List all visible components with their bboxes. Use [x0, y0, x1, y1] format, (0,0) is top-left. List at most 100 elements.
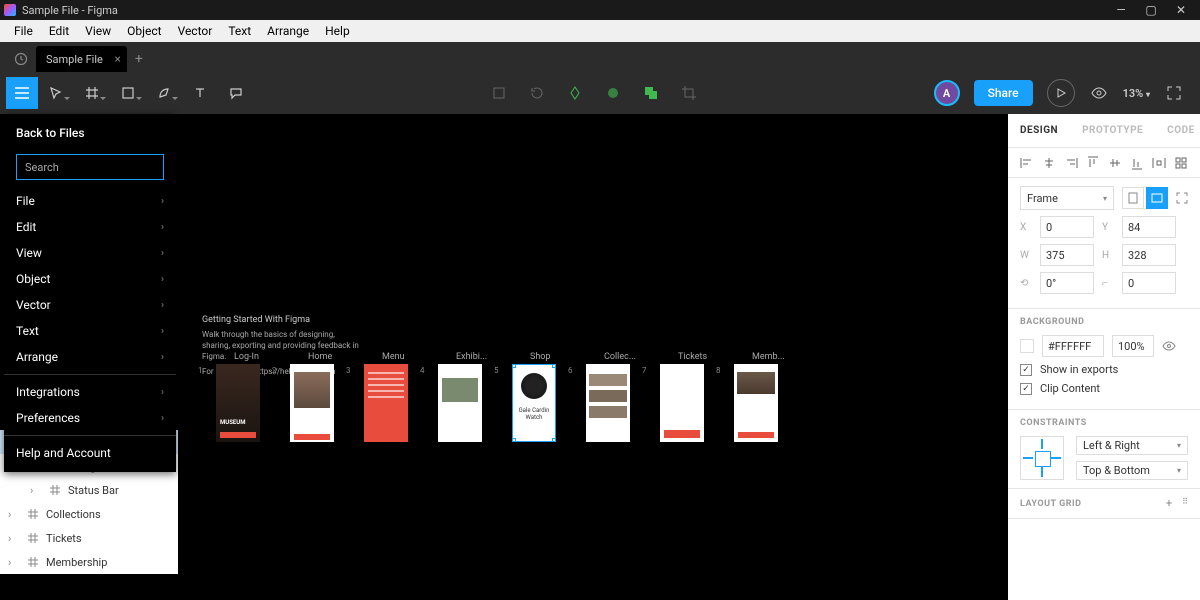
main-dropdown-menu: Back to Files File› Edit› View› Object› … [4, 114, 176, 472]
tab-code[interactable]: CODE [1155, 125, 1200, 136]
tab-prototype[interactable]: PROTOTYPE [1070, 125, 1155, 136]
frame-membership[interactable]: Memb... [734, 364, 778, 442]
frame-type-select[interactable]: Frame▾ [1020, 186, 1114, 210]
menu-item-text[interactable]: Text› [4, 318, 176, 344]
menu-item-vector[interactable]: Vector› [4, 292, 176, 318]
layer-tickets[interactable]: › Tickets [0, 526, 178, 550]
menu-arrange[interactable]: Arrange [259, 24, 317, 38]
chevron-right-icon[interactable]: › [8, 508, 20, 521]
menu-text[interactable]: Text [220, 24, 259, 38]
layer-membership[interactable]: › Membership [0, 550, 178, 574]
frame-shop[interactable]: ShopGale Cardin Watch375 × 328 [512, 364, 556, 442]
rotation-input[interactable]: 0° [1040, 272, 1094, 294]
new-tab-button[interactable]: + [127, 46, 151, 72]
layer-status-bar[interactable]: › Status Bar [0, 478, 178, 502]
recent-files-icon[interactable] [6, 46, 36, 72]
avatar[interactable]: A [934, 80, 960, 106]
checkbox-icon: ✓ [1020, 364, 1032, 376]
align-top-icon[interactable] [1086, 156, 1100, 170]
frame-collections[interactable]: Collec... [586, 364, 630, 442]
mode-portrait[interactable] [1122, 187, 1144, 209]
menu-object[interactable]: Object [119, 24, 169, 38]
y-input[interactable]: 84 [1122, 216, 1176, 238]
back-to-files[interactable]: Back to Files [4, 120, 176, 146]
frame-tickets[interactable]: Tickets [660, 364, 704, 442]
menu-item-edit[interactable]: Edit› [4, 214, 176, 240]
instance-icon[interactable] [565, 83, 585, 103]
h-input[interactable]: 328 [1122, 244, 1176, 266]
tidy-icon[interactable] [1174, 156, 1188, 170]
reset-icon[interactable] [527, 83, 547, 103]
align-hcenter-icon[interactable] [1042, 156, 1056, 170]
bg-opacity-input[interactable]: 100% [1112, 335, 1154, 357]
constraint-h-select[interactable]: Left & Right▾ [1076, 436, 1188, 455]
chevron-right-icon[interactable]: › [30, 484, 42, 497]
tab-design[interactable]: DESIGN [1008, 125, 1070, 136]
minimize-button[interactable]: — [1106, 0, 1136, 20]
component-icon[interactable] [489, 83, 509, 103]
constraint-v-select[interactable]: Top & Bottom▾ [1076, 461, 1188, 480]
w-input[interactable]: 375 [1040, 244, 1094, 266]
mask-icon[interactable] [603, 83, 623, 103]
bg-swatch[interactable] [1020, 339, 1034, 353]
menu-item-view[interactable]: View› [4, 240, 176, 266]
boolean-icon[interactable] [641, 83, 661, 103]
hamburger-menu-button[interactable] [6, 77, 38, 109]
menu-item-integrations[interactable]: Integrations› [4, 379, 176, 405]
align-right-icon[interactable] [1064, 156, 1078, 170]
text-tool[interactable] [182, 75, 218, 111]
menu-vector[interactable]: Vector [170, 24, 221, 38]
frame-icon [26, 531, 40, 545]
zoom-level[interactable]: 13% ▾ [1123, 87, 1150, 100]
canvas[interactable]: Getting Started With Figma Walk through … [178, 114, 1008, 600]
crop-icon[interactable] [679, 83, 699, 103]
chevron-right-icon[interactable]: › [8, 532, 20, 545]
mode-landscape[interactable] [1146, 187, 1168, 209]
constraints-heading: CONSTRAINTS [1020, 418, 1188, 428]
search-field[interactable] [25, 161, 165, 174]
clip-content-check[interactable]: ✓Clip Content [1020, 382, 1188, 395]
menu-item-file[interactable]: File› [4, 188, 176, 214]
resize-fit-icon[interactable] [1176, 192, 1188, 204]
frame-exhibitions[interactable]: Exhibi... [438, 364, 482, 442]
eye-icon[interactable] [1162, 341, 1176, 351]
maximize-button[interactable]: ▢ [1136, 0, 1166, 20]
menu-item-arrange[interactable]: Arrange› [4, 344, 176, 370]
align-bottom-icon[interactable] [1130, 156, 1144, 170]
grid-options-icon[interactable]: ⠿ [1182, 497, 1188, 510]
add-grid-icon[interactable]: + [1166, 497, 1172, 510]
chevron-right-icon[interactable]: › [8, 556, 20, 569]
layer-collections[interactable]: › Collections [0, 502, 178, 526]
search-input[interactable] [16, 154, 164, 180]
menu-help[interactable]: Help [317, 24, 358, 38]
distribute-icon[interactable] [1152, 156, 1166, 170]
menu-item-preferences[interactable]: Preferences› [4, 405, 176, 431]
align-vcenter-icon[interactable] [1108, 156, 1122, 170]
x-input[interactable]: 0 [1040, 216, 1094, 238]
close-icon[interactable]: × [114, 52, 120, 66]
menu-edit[interactable]: Edit [41, 24, 77, 38]
frame-tool[interactable] [74, 75, 110, 111]
constraints-box[interactable] [1020, 436, 1064, 480]
move-tool[interactable] [38, 75, 74, 111]
eye-icon[interactable] [1089, 83, 1109, 103]
bg-hex-input[interactable]: #FFFFFF [1042, 335, 1104, 357]
pen-tool[interactable] [146, 75, 182, 111]
comment-tool[interactable] [218, 75, 254, 111]
frame-home[interactable]: Home [290, 364, 334, 442]
present-button[interactable] [1047, 79, 1075, 107]
frame-menu[interactable]: Menu [364, 364, 408, 442]
align-left-icon[interactable] [1020, 156, 1034, 170]
menu-item-help[interactable]: Help and Account [4, 440, 176, 466]
share-button[interactable]: Share [974, 80, 1033, 106]
zoom-fit-icon[interactable] [1164, 83, 1184, 103]
radius-input[interactable]: 0 [1122, 272, 1176, 294]
show-exports-check[interactable]: ✓Show in exports [1020, 363, 1188, 376]
menu-view[interactable]: View [77, 24, 119, 38]
frame-login[interactable]: Log-InMUSEUM [216, 364, 260, 442]
tab-sample-file[interactable]: Sample File × [36, 46, 127, 72]
menu-item-object[interactable]: Object› [4, 266, 176, 292]
menu-file[interactable]: File [6, 24, 41, 38]
close-button[interactable]: ✕ [1166, 0, 1196, 20]
shape-tool[interactable] [110, 75, 146, 111]
